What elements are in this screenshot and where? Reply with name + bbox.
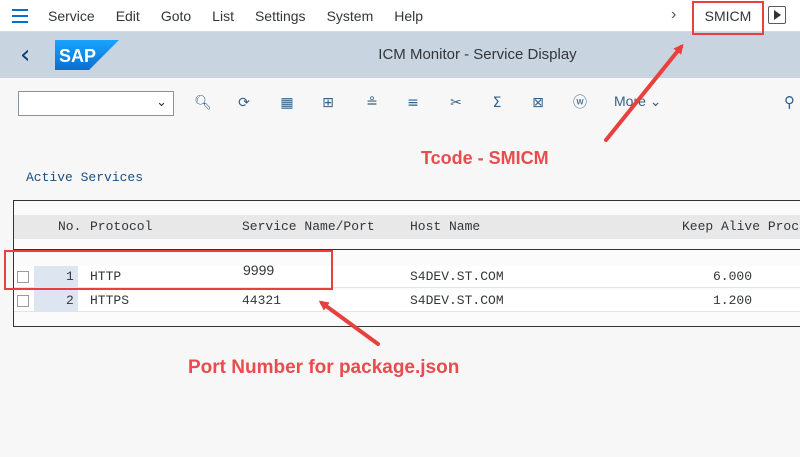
tcode-field[interactable]: SMICM [696,3,760,28]
column-header-service[interactable]: Service Name/Port [242,215,375,239]
filter-icon[interactable]: ≡ [403,93,423,113]
chevron-down-icon: ⌄ [649,93,662,109]
menu-item-settings[interactable]: Settings [255,8,306,24]
cell-service[interactable]: 9999 [243,259,274,281]
more-button[interactable]: More ⌄ [614,93,662,110]
export-word-icon[interactable]: ⓦ [570,93,590,113]
column-header-protocol[interactable]: Protocol [90,215,152,239]
cell-protocol: HTTPS [90,293,130,308]
column-header-keep-alive[interactable]: Keep Alive Proc [682,215,799,239]
cell-protocol: HTTP [90,269,122,284]
menu-items: Service Edit Goto List Settings System H… [48,0,444,32]
column-header-no[interactable]: No. [58,215,81,239]
menu-bar: Service Edit Goto List Settings System H… [0,0,800,32]
cell-host: S4DEV.ST.COM [410,293,504,308]
header-separator [14,249,800,250]
row-select-checkbox[interactable] [17,271,29,283]
table-row[interactable]: 2 HTTPS 44321 S4DEV.ST.COM 1.200 [14,290,800,312]
tcode-annotation: Tcode - SMICM [421,148,549,168]
menu-item-service[interactable]: Service [48,8,95,24]
hamburger-menu-icon[interactable] [12,9,28,23]
table-row[interactable]: 1 HTTP 9999 S4DEV.ST.COM 6.000 [14,262,800,288]
table-header: No. Protocol Service Name/Port Host Name… [14,215,800,239]
cut-icon[interactable]: ✂ [446,93,466,113]
select-layout-icon[interactable]: ▦ [277,93,297,113]
refresh-icon[interactable]: ⟳ [234,93,254,113]
more-label: More [614,93,646,109]
port-annotation: Port Number for package.json [188,357,460,378]
execute-icon[interactable] [768,6,786,24]
menu-item-system[interactable]: System [327,8,374,24]
sum-icon[interactable]: Σ [487,93,507,113]
filter-layout-icon[interactable]: ⊞ [318,93,338,113]
export-excel-icon[interactable]: ⊠ [528,93,548,113]
cell-host: S4DEV.ST.COM [410,269,504,284]
services-table: No. Protocol Service Name/Port Host Name… [13,200,800,327]
section-label: Active Services [26,170,144,185]
back-arrow-icon[interactable]: ‹ [20,40,30,70]
column-header-host[interactable]: Host Name [410,215,480,239]
sap-logo-text: SAP [59,46,96,66]
chevron-down-icon[interactable]: ⌄ [156,94,167,110]
row-select-checkbox[interactable] [17,295,29,307]
menu-item-help[interactable]: Help [394,8,423,24]
chevron-right-icon[interactable]: › [671,6,676,24]
menu-item-list[interactable]: List [212,8,234,24]
menu-item-edit[interactable]: Edit [116,8,140,24]
cell-keep-alive: 6.000 [713,269,753,284]
cell-keep-alive: 1.200 [713,293,753,308]
menu-item-goto[interactable]: Goto [161,8,191,24]
variant-select[interactable]: ⌄ [18,91,174,116]
detail-icon[interactable]: 🔍︎ [193,93,213,113]
toolbar: ⌄ 🔍︎ ⟳ ▦ ⊞ ≗ ≡ ✂ Σ ⊠ ⓦ More ⌄ ⚲ [0,78,800,128]
cell-no: 1 [66,269,74,284]
align-center-icon[interactable]: ≗ [362,93,382,113]
sap-logo: SAP [55,40,119,70]
search-icon[interactable]: ⚲ [784,93,795,111]
page-title: ICM Monitor - Service Display [378,46,577,63]
cell-no: 2 [66,293,74,308]
title-bar: ICM Monitor - Service Display ‹ SAP [0,32,800,78]
cell-service: 44321 [242,293,282,308]
